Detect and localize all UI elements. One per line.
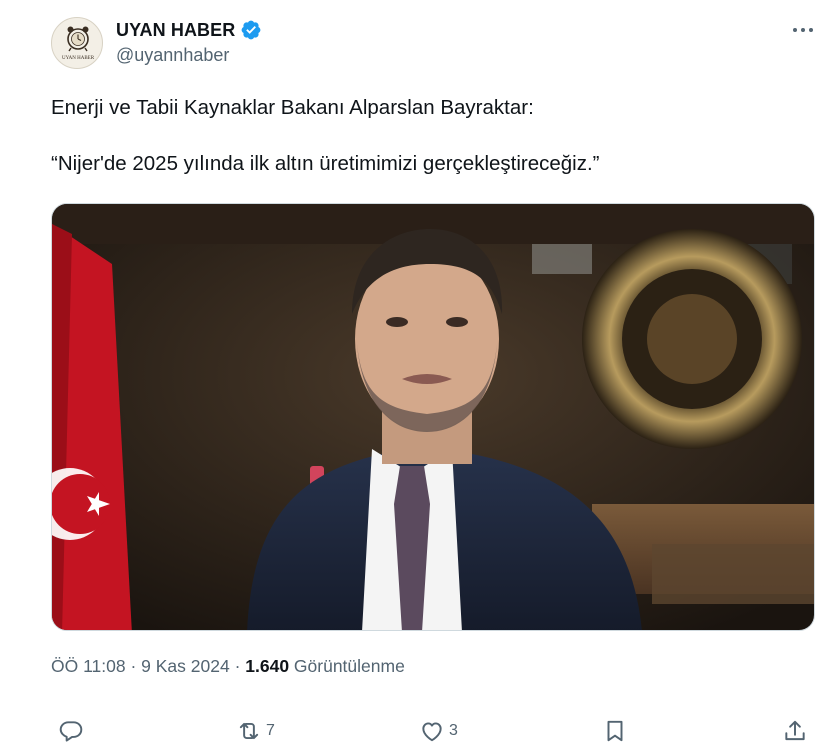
- reply-icon: [59, 721, 83, 742]
- share-icon: [785, 720, 805, 741]
- views-label: Görüntülenme: [289, 656, 405, 676]
- avatar-text: UYAN HABER: [62, 56, 95, 61]
- tweet-text-line-1: Enerji ve Tabii Kaynaklar Bakanı Alparsl…: [51, 96, 534, 119]
- tweet-text: Enerji ve Tabii Kaynaklar Bakanı Alparsl…: [51, 94, 811, 178]
- more-icon: [793, 28, 813, 32]
- retweet-icon: [239, 722, 259, 740]
- tweet-date[interactable]: 9 Kas 2024: [141, 656, 230, 677]
- author-handle[interactable]: @uyannhaber: [116, 45, 229, 66]
- tweet-meta: ÖÖ 11:08 · 9 Kas 2024 · 1.640 Görüntülen…: [51, 656, 405, 677]
- meta-separator: ·: [229, 656, 246, 676]
- retweet-count: 7: [266, 722, 275, 739]
- views-count: 1.640: [245, 656, 290, 676]
- avatar-logo: UYAN HABER: [62, 26, 95, 61]
- photo-illustration: [52, 204, 814, 630]
- retweet-button[interactable]: 7: [236, 718, 275, 744]
- reply-button[interactable]: [58, 718, 88, 744]
- avatar[interactable]: UYAN HABER: [51, 17, 103, 69]
- meta-separator: ·: [125, 656, 142, 676]
- verified-badge-icon: [241, 20, 261, 40]
- share-button[interactable]: [782, 718, 808, 744]
- author-display-name[interactable]: UYAN HABER: [116, 20, 235, 41]
- like-icon: [422, 722, 442, 742]
- bookmark-icon: [607, 720, 623, 742]
- author-name-row: UYAN HABER: [116, 19, 262, 41]
- more-button[interactable]: [791, 20, 815, 40]
- like-button[interactable]: 3: [419, 718, 458, 744]
- tweet-time[interactable]: ÖÖ 11:08: [51, 656, 126, 677]
- like-count: 3: [449, 722, 458, 739]
- tweet-text-line-2: “Nijer'de 2025 yılında ilk altın üretimi…: [51, 152, 600, 175]
- tweet-photo[interactable]: [51, 203, 815, 631]
- bookmark-button[interactable]: [602, 718, 628, 744]
